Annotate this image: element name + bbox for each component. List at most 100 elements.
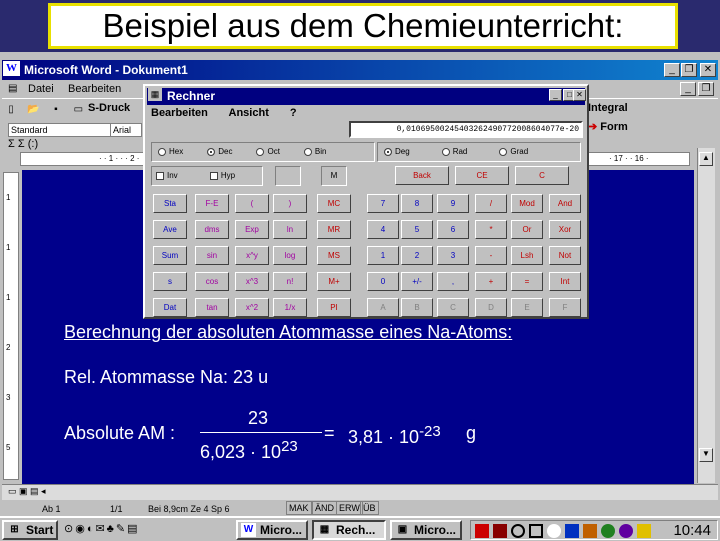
integral-button[interactable]: Integral <box>588 102 628 114</box>
calc-menu-bearbeiten[interactable]: Bearbeiten <box>151 107 208 119</box>
quicklaunch-icons[interactable]: ⊙◉◐✉♣✎▤ <box>64 522 140 535</box>
doc-minimize-button[interactable]: _ <box>680 82 696 96</box>
calc-key-num[interactable]: Mod <box>511 194 543 213</box>
tray-icon-globe[interactable] <box>601 524 615 538</box>
vertical-scrollbar[interactable]: ▲ ▼ <box>697 148 715 483</box>
calc-minimize-button[interactable]: _ <box>549 89 562 101</box>
calc-key-num[interactable]: A <box>367 298 399 317</box>
calc-key-sci[interactable]: tan <box>195 298 229 317</box>
radio-rad[interactable]: Rad <box>436 147 467 156</box>
paren-icon[interactable]: (:) <box>28 138 38 150</box>
calc-key-num[interactable]: +/- <box>401 272 433 291</box>
calc-key-sci[interactable]: Sta <box>153 194 187 213</box>
radio-oct[interactable]: Oct <box>250 147 280 156</box>
word-app-icon[interactable]: W <box>3 61 20 76</box>
calc-key-sci[interactable]: ) <box>273 194 307 213</box>
menu-datei[interactable]: Datei <box>28 80 54 98</box>
taskbar-micro2-button[interactable]: ▣ Micro... <box>390 520 462 540</box>
word-titlebar[interactable]: Microsoft Word - Dokument1 <box>2 60 718 80</box>
font-combo[interactable]: Arial <box>110 123 142 137</box>
calc-key-num[interactable]: + <box>475 272 507 291</box>
maximize-button[interactable]: ❐ <box>681 63 697 77</box>
calc-key-num[interactable]: 6 <box>437 220 469 239</box>
calc-key-num[interactable]: = <box>511 272 543 291</box>
status-flag-aend[interactable]: ÄND <box>312 501 338 515</box>
sdruck-label[interactable]: S-Druck <box>88 102 130 114</box>
radio-dec[interactable]: Dec <box>201 147 232 156</box>
calc-key-sci[interactable]: Ave <box>153 220 187 239</box>
calc-key-num[interactable]: B <box>401 298 433 317</box>
calc-key-sci[interactable]: s <box>153 272 187 291</box>
calc-menu-help[interactable]: ? <box>290 107 297 119</box>
calc-key-sci[interactable]: cos <box>195 272 229 291</box>
calc-key-c[interactable]: C <box>515 166 569 185</box>
calc-key-num[interactable]: 2 <box>401 246 433 265</box>
calc-key-num[interactable]: Xor <box>549 220 581 239</box>
tray-icon-blue[interactable] <box>565 524 579 538</box>
calc-key-num[interactable]: 7 <box>367 194 399 213</box>
calc-key-num[interactable]: - <box>475 246 507 265</box>
calc-key-num[interactable]: 1 <box>367 246 399 265</box>
sigma-icon[interactable]: Σ <box>18 138 25 150</box>
radio-hex[interactable]: Hex <box>152 147 183 156</box>
status-flag-erw[interactable]: ERW <box>336 501 363 515</box>
open-icon[interactable]: 📂 <box>25 102 42 118</box>
calc-key-num[interactable]: 0 <box>367 272 399 291</box>
calc-key-num[interactable]: * <box>475 220 507 239</box>
calc-key-sci[interactable]: F-E <box>195 194 229 213</box>
horizontal-scrollbar[interactable]: ▭ ▣ ▤ ◂ <box>2 484 718 500</box>
calc-key-sci[interactable]: n! <box>273 272 307 291</box>
calc-key-sci[interactable]: ln <box>273 220 307 239</box>
calc-key-sci[interactable]: x^3 <box>235 272 269 291</box>
save-icon[interactable]: ▪ <box>47 102 64 118</box>
radio-grad[interactable]: Grad <box>493 147 528 156</box>
calc-key-ce[interactable]: CE <box>455 166 509 185</box>
calc-key-sci[interactable]: x^2 <box>235 298 269 317</box>
sum-icon[interactable]: Σ <box>8 138 15 150</box>
status-flag-mak[interactable]: MAK <box>286 501 312 515</box>
calc-key-sci[interactable]: dms <box>195 220 229 239</box>
calc-titlebar[interactable]: Rechner <box>147 88 585 105</box>
calc-key-num[interactable]: F <box>549 298 581 317</box>
calc-display[interactable]: 0,01069500245403262490772008604077e-20 <box>349 121 583 138</box>
calc-key-num[interactable]: Int <box>549 272 581 291</box>
taskbar-calc-button[interactable]: ▦ Rech... <box>312 520 386 540</box>
tray-icon-arrow[interactable] <box>493 524 507 538</box>
calc-key-sci[interactable]: 1/x <box>273 298 307 317</box>
calc-key-num[interactable]: 5 <box>401 220 433 239</box>
close-button[interactable]: ✕ <box>700 63 716 77</box>
calc-key-mem[interactable]: MS <box>317 246 351 265</box>
calculator-icon[interactable]: ▦ <box>148 88 162 101</box>
calc-close-button[interactable]: ✕ <box>573 89 586 101</box>
taskbar-word-button[interactable]: W Micro... <box>236 520 308 540</box>
hyp-checkbox[interactable] <box>209 171 218 180</box>
calc-key-num[interactable]: , <box>437 272 469 291</box>
calc-key-mem[interactable]: MC <box>317 194 351 213</box>
print-icon[interactable]: ▭ <box>70 102 87 118</box>
start-button[interactable]: ⊞ Start <box>2 520 58 540</box>
menu-bearbeiten[interactable]: Bearbeiten <box>68 80 121 98</box>
calc-key-num[interactable]: E <box>511 298 543 317</box>
calc-key-sci[interactable]: Exp <box>235 220 269 239</box>
tray-icon-speaker[interactable] <box>637 524 651 538</box>
calc-key-num[interactable]: 8 <box>401 194 433 213</box>
calc-key-sci[interactable]: Sum <box>153 246 187 265</box>
calc-key-num[interactable]: / <box>475 194 507 213</box>
calc-key-sci[interactable]: Dat <box>153 298 187 317</box>
calc-menu-ansicht[interactable]: Ansicht <box>229 107 269 119</box>
calc-key-num[interactable]: And <box>549 194 581 213</box>
calc-key-sci[interactable]: log <box>273 246 307 265</box>
calc-key-num[interactable]: D <box>475 298 507 317</box>
calc-key-sci[interactable]: ( <box>235 194 269 213</box>
calc-key-num[interactable]: 9 <box>437 194 469 213</box>
new-doc-icon[interactable]: ▯ <box>3 102 19 118</box>
inv-checkbox[interactable] <box>156 171 164 180</box>
tray-icon-box[interactable] <box>529 524 543 538</box>
doc-restore-button[interactable]: ❐ <box>698 82 714 96</box>
calc-key-num[interactable]: 3 <box>437 246 469 265</box>
calc-key-num[interactable]: Not <box>549 246 581 265</box>
scroll-down-icon[interactable]: ▼ <box>699 448 713 462</box>
doc-menu-icon[interactable]: ▤ <box>8 80 17 98</box>
minimize-button[interactable]: _ <box>664 63 680 77</box>
tray-icon-ring[interactable] <box>511 524 525 538</box>
